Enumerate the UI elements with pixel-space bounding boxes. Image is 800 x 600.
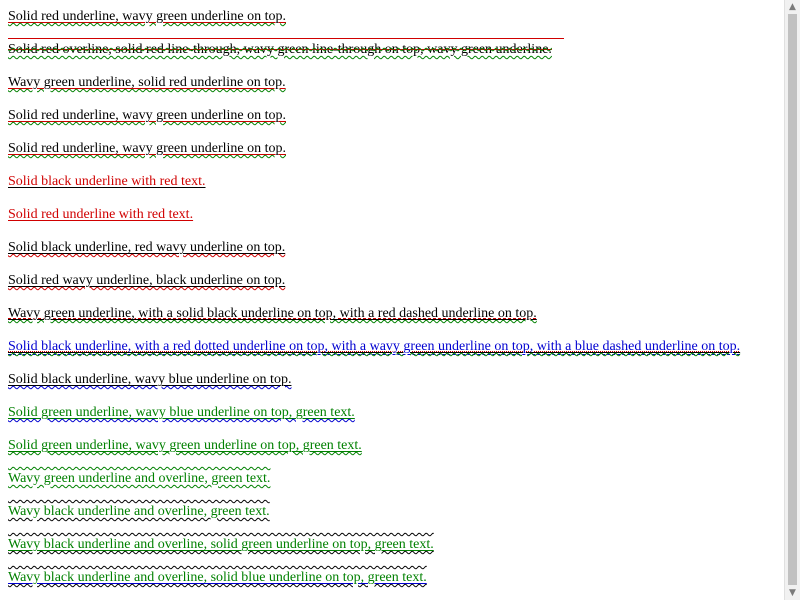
line-16-text: Wavy black underline and overline, green… [8,504,270,519]
line-14: Solid green underline, wavy green underl… [8,437,784,470]
line-8-text: Solid black underline, red wavy underlin… [8,240,286,255]
line-17: Wavy black underline and overline, solid… [8,536,784,569]
line-3: Wavy green underline, solid red underlin… [8,74,784,107]
scroll-up-arrow-icon[interactable]: ▲ [785,0,800,14]
line-18-text: Wavy black underline and overline, solid… [8,570,427,585]
line-1: Solid red underline, wavy green underlin… [8,8,784,41]
line-12: Solid black underline, wavy blue underli… [8,371,784,404]
line-3-text: Wavy green underline, solid red underlin… [8,75,286,90]
test-content: Solid red underline, wavy green underlin… [8,8,784,600]
line-2-text: Solid red overline, solid red line-throu… [8,42,552,57]
line-17-text: Wavy black underline and overline, solid… [8,537,434,552]
line-5: Solid red underline, wavy green underlin… [8,140,784,173]
line-8: Solid black underline, red wavy underlin… [8,239,784,272]
line-10-text: Wavy green underline, with a solid black… [8,306,537,321]
line-15: Wavy green underline and overline, green… [8,470,784,503]
vertical-scrollbar[interactable]: ▲ ▼ [784,0,800,600]
scroll-down-arrow-icon[interactable]: ▼ [785,586,800,600]
line-11-text: Solid black underline, with a red dotted… [8,339,741,354]
line-14-text: Solid green underline, wavy green underl… [8,438,362,453]
line-7-text: Solid red underline with red text. [8,207,194,222]
line-13-text: Solid green underline, wavy blue underli… [8,405,355,420]
line-4-text: Solid red underline, wavy green underlin… [8,108,286,123]
line-6: Solid black underline with red text. [8,173,784,206]
line-7: Solid red underline with red text. [8,206,784,239]
line-13: Solid green underline, wavy blue underli… [8,404,784,437]
scrollbar-thumb[interactable] [788,14,797,585]
line-9-text: Solid red wavy underline, black underlin… [8,273,286,288]
line-2: Solid red overline, solid red line-throu… [8,38,784,74]
line-18: Wavy black underline and overline, solid… [8,569,784,600]
line-4: Solid red underline, wavy green underlin… [8,107,784,140]
line-1-text: Solid red underline, wavy green underlin… [8,9,286,24]
line-11: Solid black underline, with a red dotted… [8,338,784,371]
line-10: Wavy green underline, with a solid black… [8,305,784,338]
line-16: Wavy black underline and overline, green… [8,503,784,536]
line-5-text: Solid red underline, wavy green underlin… [8,141,286,156]
line-9: Solid red wavy underline, black underlin… [8,272,784,305]
line-15-text: Wavy green underline and overline, green… [8,471,271,486]
line-2-overline [8,38,564,39]
line-12-text: Solid black underline, wavy blue underli… [8,372,292,387]
line-6-text: Solid black underline with red text. [8,174,206,189]
